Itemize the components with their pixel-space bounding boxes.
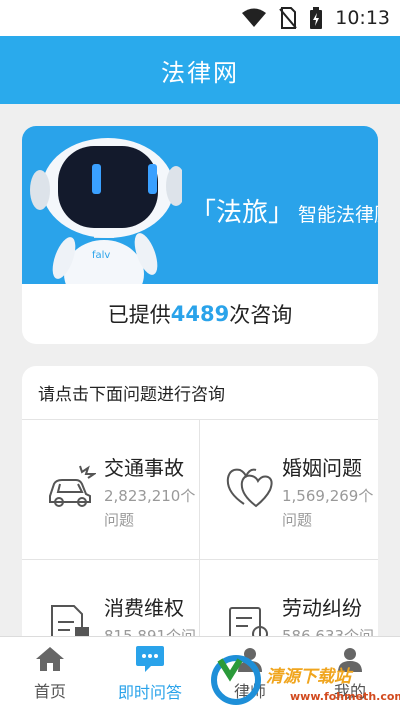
two-hearts-icon: [226, 468, 273, 508]
watermark-url: www.fohmeth.com: [290, 690, 400, 703]
topic-title: 消费维权: [104, 596, 184, 620]
consult-count-line: 已提供 4489 次咨询: [22, 284, 378, 344]
status-icons: 10:13: [241, 6, 390, 30]
wifi-icon: [242, 8, 267, 27]
banner[interactable]: falv 「法旅」智能法律顾问: [22, 126, 378, 284]
status-bar: 10:13: [0, 0, 400, 36]
topic-marriage[interactable]: 婚姻问题 1,569,269个问题: [200, 420, 378, 560]
topic-title: 劳动纠纷: [282, 596, 362, 620]
chat-icon: [136, 646, 164, 672]
app-title: 法律网: [161, 58, 239, 87]
topic-header: 请点击下面问题进行咨询: [22, 366, 378, 420]
watermark-logo-icon: [211, 655, 261, 705]
status-time: 10:13: [335, 7, 390, 29]
topic-count: 2,823,210个问题: [104, 487, 196, 529]
topic-title: 交通事故: [104, 456, 184, 480]
app-bar: 法律网: [0, 36, 400, 104]
robot-mascot-icon: falv: [30, 138, 182, 284]
nav-label: 即时问答: [117, 683, 182, 702]
banner-brand: 「法旅」: [190, 198, 295, 228]
banner-card[interactable]: falv 「法旅」智能法律顾问 已提供4489次咨询: [22, 126, 378, 344]
watermark-text: 清源下载站: [266, 667, 351, 687]
consult-prefix: 已提供: [107, 303, 171, 327]
topic-title: 婚姻问题: [282, 456, 362, 480]
car-accident-icon: [49, 465, 96, 507]
nav-home[interactable]: 首页: [0, 637, 100, 710]
topic-traffic-accident[interactable]: 交通事故 2,823,210个问题: [22, 420, 200, 560]
banner-subtitle: 智能法律顾问: [298, 204, 378, 226]
topic-count: 1,569,269个问题: [282, 487, 374, 529]
watermark: 清源下载站 www.fohmeth.com: [200, 640, 400, 710]
battery-icon: [310, 7, 323, 29]
robot-label: falv: [92, 250, 110, 261]
home-icon: [36, 647, 64, 671]
consult-count: 4489: [170, 302, 230, 326]
no-sim-icon: [279, 7, 297, 29]
nav-instant-qa[interactable]: 即时问答: [100, 637, 200, 710]
banner-text: 「法旅」智能法律顾问: [190, 192, 378, 229]
nav-label: 首页: [33, 682, 66, 701]
topic-card: 请点击下面问题进行咨询 交通事故 2,823,210个问题 婚姻问题 1,569…: [22, 366, 378, 656]
consult-suffix: 次咨询: [229, 303, 293, 327]
